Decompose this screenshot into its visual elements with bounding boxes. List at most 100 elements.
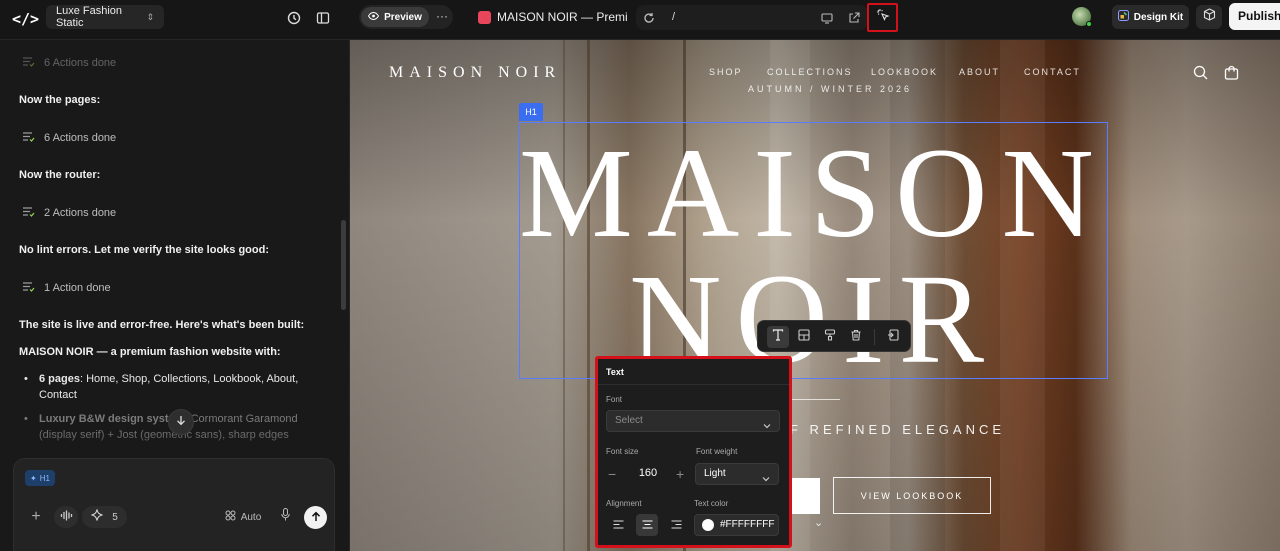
text-color-label: Text color	[694, 499, 729, 508]
actions-list-icon	[22, 131, 35, 145]
more-options-button[interactable]: ···	[433, 7, 451, 27]
action-group-collapsed[interactable]: 1 Action done	[22, 281, 111, 295]
top-bar: </> Luxe Fashion Static ⇕ Preview ··· MA…	[0, 0, 1280, 40]
assistant-message: No lint errors. Let me verify the site l…	[19, 244, 269, 256]
assistant-message: Now the router:	[19, 169, 101, 181]
text-color-value[interactable]: #FFFFFFFF	[720, 519, 774, 530]
scroll-to-bottom-button[interactable]	[168, 409, 194, 435]
layout-tool-button[interactable]	[793, 326, 815, 348]
history-icon[interactable]	[285, 9, 303, 27]
voice-mode-button[interactable]	[54, 506, 78, 528]
panel-divider	[598, 384, 789, 385]
select-element-button[interactable]	[867, 3, 898, 32]
summary-intro: The site is live and error-free. Here's …	[19, 319, 305, 331]
text-color-picker[interactable]: #FFFFFFFF	[694, 514, 779, 536]
user-avatar[interactable]	[1072, 7, 1092, 27]
sidebar-toggle-icon[interactable]	[314, 9, 332, 27]
nav-link-contact[interactable]: CONTACT	[1024, 67, 1081, 77]
hero-divider	[790, 399, 840, 400]
grid-icon	[225, 508, 236, 526]
chat-scrollbar[interactable]	[341, 220, 346, 310]
align-left-button[interactable]	[607, 514, 629, 536]
insert-icon	[887, 328, 899, 346]
reload-icon[interactable]	[640, 9, 658, 27]
align-right-button[interactable]	[665, 514, 687, 536]
chevron-updown-icon: ⇕	[146, 11, 154, 22]
font-size-input[interactable]: 160	[628, 467, 668, 479]
delete-element-button[interactable]	[845, 326, 867, 348]
text-properties-panel: Text Font Select Font size Font weight −…	[595, 356, 792, 548]
action-group-collapsed[interactable]: 6 Actions done	[22, 56, 116, 70]
style-tool-button[interactable]	[819, 326, 841, 348]
credits-button[interactable]: 5	[82, 506, 127, 528]
context-chip-label: H1	[39, 473, 50, 483]
design-kit-icon	[1117, 10, 1129, 24]
paint-roller-icon	[824, 328, 836, 346]
chat-composer[interactable]: ✦ H1 + 5 Auto	[13, 458, 335, 551]
site-brand-logo[interactable]: MAISON NOIR	[389, 64, 561, 82]
hero-headline-line1: MAISON	[519, 122, 1108, 264]
app-logo-icon[interactable]: </>	[12, 8, 39, 30]
context-chip-h1[interactable]: ✦ H1	[25, 470, 55, 486]
font-weight-label: Font weight	[696, 447, 738, 456]
page-tab-title: MAISON NOIR — Premi...	[497, 10, 628, 24]
preview-label: Preview	[384, 11, 422, 23]
site-search-icon[interactable]	[1193, 65, 1209, 81]
send-button[interactable]	[304, 506, 327, 529]
font-size-stepper: − 160 +	[606, 463, 691, 485]
text-tool-button[interactable]	[767, 326, 789, 348]
waveform-icon	[60, 508, 73, 526]
hero-tagline: F REFINED ELEGANCE	[790, 422, 1006, 437]
integrations-button[interactable]	[1196, 5, 1222, 29]
action-group-collapsed[interactable]: 6 Actions done	[22, 131, 116, 145]
action-group-label: 1 Action done	[44, 282, 111, 294]
design-kit-button[interactable]: Design Kit	[1112, 5, 1189, 29]
attach-button[interactable]: +	[25, 506, 47, 528]
element-toolbar	[757, 320, 911, 352]
arrow-down-icon	[176, 413, 186, 431]
design-kit-label: Design Kit	[1133, 11, 1184, 23]
site-preview[interactable]: MAISON NOIR SHOP COLLECTIONS LOOKBOOK AB…	[350, 40, 1280, 551]
view-lookbook-button[interactable]: VIEW LOOKBOOK	[833, 477, 991, 514]
nav-link-collections[interactable]: COLLECTIONS	[767, 67, 853, 77]
align-left-icon	[613, 516, 624, 534]
publish-button[interactable]: Publish	[1229, 3, 1280, 30]
nav-link-about[interactable]: ABOUT	[959, 67, 1000, 77]
microphone-button[interactable]	[276, 506, 294, 528]
color-swatch[interactable]	[702, 519, 714, 531]
font-weight-select[interactable]: Light	[695, 463, 779, 485]
cube-icon	[1203, 8, 1216, 26]
model-auto-label: Auto	[240, 511, 262, 523]
action-group-collapsed[interactable]: 2 Actions done	[22, 206, 116, 220]
selected-element-tag: H1	[519, 103, 543, 121]
arrow-up-icon	[311, 509, 321, 527]
bullet-bold: 6 pages	[39, 373, 80, 385]
add-to-chat-button[interactable]	[882, 326, 904, 348]
increase-font-size-button[interactable]: +	[676, 464, 690, 484]
decrease-font-size-button[interactable]: −	[608, 464, 622, 484]
preview-button[interactable]: Preview	[361, 7, 429, 27]
page-tab[interactable]: MAISON NOIR — Premi...	[478, 7, 628, 27]
nav-link-lookbook[interactable]: LOOKBOOK	[871, 67, 938, 77]
bullet-bold: Luxury B&W design system	[39, 413, 185, 425]
sparkle-credit-icon	[91, 508, 103, 526]
model-auto-button[interactable]: Auto	[219, 506, 267, 528]
summary-title: MAISON NOIR — a premium fashion website …	[19, 346, 281, 358]
action-group-label: 6 Actions done	[44, 57, 117, 69]
desktop-view-icon[interactable]	[818, 9, 836, 27]
font-weight-value: Light	[704, 468, 726, 479]
font-select[interactable]: Select	[606, 410, 780, 432]
open-external-icon[interactable]	[845, 9, 863, 27]
site-cart-icon[interactable]	[1224, 65, 1240, 81]
site-favicon-icon	[478, 10, 491, 24]
project-switcher[interactable]: Luxe Fashion Static ⇕	[46, 5, 164, 29]
actions-list-icon	[22, 206, 35, 220]
assistant-message: Now the pages:	[19, 94, 101, 106]
align-center-button[interactable]	[636, 514, 658, 536]
summary-bullet: 6 pages: Home, Shop, Collections, Lookbo…	[24, 371, 314, 403]
nav-link-shop[interactable]: SHOP	[709, 67, 743, 77]
preview-group: Preview ···	[359, 5, 453, 29]
action-group-label: 6 Actions done	[44, 132, 117, 144]
url-input[interactable]: /	[672, 11, 675, 23]
panel-title: Text	[606, 367, 624, 377]
